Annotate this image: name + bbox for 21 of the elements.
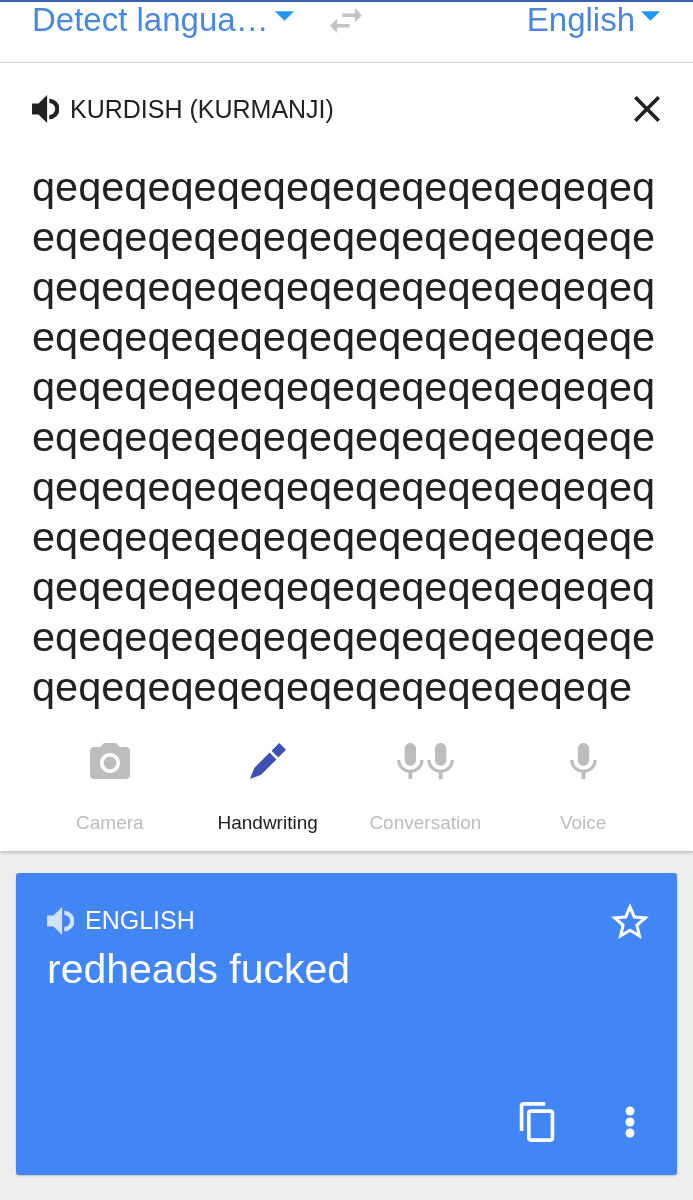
two-microphones-icon xyxy=(396,743,454,779)
input-mode-tab[interactable]: Handwriting xyxy=(188,741,347,834)
copy-icon[interactable] xyxy=(519,1102,555,1142)
camera-icon xyxy=(89,743,130,779)
star-icon[interactable] xyxy=(611,902,649,939)
input-mode-tab[interactable]: Camera xyxy=(31,741,189,834)
more-options-icon[interactable] xyxy=(625,1106,635,1138)
microphone-icon xyxy=(569,743,597,779)
input-mode-tab[interactable]: Voice xyxy=(504,741,662,834)
translation-text: redheads fucked xyxy=(47,945,352,993)
speaker-icon[interactable] xyxy=(32,95,59,123)
caret-icon xyxy=(641,11,660,21)
pen-icon xyxy=(249,743,286,779)
source-language-label: KURDISH (KURMANJI) xyxy=(70,94,335,124)
caret-icon xyxy=(274,11,294,21)
target-language-dropdown[interactable]: English xyxy=(526,0,660,40)
close-icon[interactable] xyxy=(634,96,660,122)
target-language-label: ENGLISH xyxy=(85,906,196,935)
source-language-dropdown[interactable]: Detect langua… xyxy=(32,0,294,40)
source-text-input[interactable]: qeqeqeqeqeqeqeqeqeqeqeqeqeqeqeqeqeqeqeqeqeqeqeqeqeqeqeqeqeqeqeqeqeqeqeqeqeqeqeqeqeqeqeqeqeqeqeqeqeqeqeqeqeqeqeqeqeqeqeqeqeqeqeqeqeqeqeqeqeqeqeqeqeqeqeqeqeqeqeqeqeqeqeqeqeqeqeqeqeqeqeqeqeqeqeqeqeqeqeqeqeqeqeqeqeqeqeqeqeqeqeqeqeqeqeqeqeqeqeqeqeqeqeqeqeqeqeqeqeqeqeqeqeqeqeqeqeqeqeqeqeqeqeqeqeqeqeqe xyxy=(0,162,693,712)
input-mode-tab[interactable]: Conversation xyxy=(346,741,505,834)
